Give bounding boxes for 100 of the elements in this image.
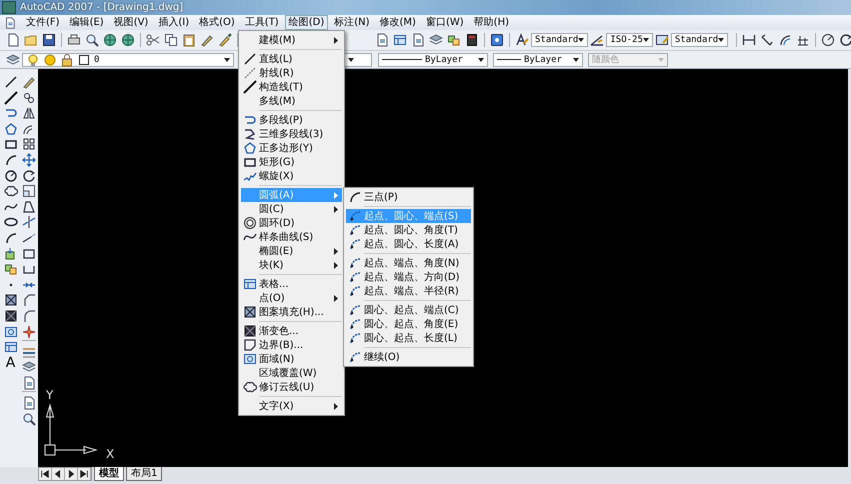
circle-icon[interactable] <box>4 168 18 183</box>
menu-item[interactable]: 直线(L) <box>241 52 342 66</box>
stretch-icon[interactable] <box>22 200 36 214</box>
menu-bar-item[interactable]: 绘图(D) <box>284 15 328 30</box>
sheet-icon[interactable] <box>22 396 36 410</box>
menu-bar-item[interactable]: 视图(V) <box>110 15 152 30</box>
menu-item[interactable]: 渐变色... <box>241 324 342 338</box>
menu-bar-item[interactable]: 修改(M) <box>376 15 420 30</box>
lock-icon[interactable] <box>60 52 74 66</box>
menu-item[interactable]: 起点、端点、角度(N) <box>346 256 471 270</box>
rotate-icon[interactable] <box>22 168 36 183</box>
style-dropdown[interactable]: ISO-25 <box>606 33 653 47</box>
radius-dimension-icon[interactable] <box>821 33 836 47</box>
calculator-icon[interactable] <box>465 33 479 47</box>
thick-line-icon[interactable] <box>4 90 18 105</box>
gradient-hatch-icon[interactable] <box>4 308 18 323</box>
chamfer-icon[interactable] <box>22 293 36 308</box>
menu-item[interactable]: 圆心、起点、角度(E) <box>346 317 471 331</box>
rotate-icon[interactable] <box>839 33 851 47</box>
menu-item[interactable]: 文字(X) <box>241 399 342 413</box>
menu-item[interactable]: 椭圆(E) <box>241 244 342 258</box>
menu-item[interactable]: 圆(C) <box>241 202 342 216</box>
aligned-dimension-icon[interactable] <box>760 33 774 47</box>
menu-item[interactable]: 建模(M) <box>241 33 342 47</box>
linear-dimension-icon[interactable] <box>742 33 756 47</box>
menu-item[interactable]: 区域覆盖(W) <box>241 366 342 380</box>
ordinate-dimension-icon[interactable] <box>796 33 810 47</box>
layers-icon[interactable] <box>22 360 36 374</box>
scale-icon[interactable] <box>22 184 36 198</box>
table-icon[interactable] <box>4 340 18 354</box>
menu-bar-item[interactable]: 格式(O) <box>195 15 239 30</box>
globe-icon[interactable] <box>121 33 135 47</box>
block-icon[interactable] <box>447 33 461 47</box>
sheet-icon[interactable] <box>375 33 389 47</box>
lightbulb-icon[interactable] <box>26 52 40 66</box>
globe-icon[interactable] <box>103 33 117 47</box>
menu-item[interactable]: 块(K) <box>241 258 342 272</box>
menu-bar-item[interactable]: 标注(N) <box>330 15 374 30</box>
cut-icon[interactable] <box>146 33 160 47</box>
sheet-icon[interactable] <box>22 376 36 390</box>
next-tab-icon[interactable] <box>66 468 76 480</box>
explode-icon[interactable] <box>22 324 36 338</box>
color-square-icon[interactable] <box>77 52 91 66</box>
menu-item[interactable]: 起点、圆心、角度(T) <box>346 223 471 237</box>
insert-block-icon[interactable] <box>4 246 18 261</box>
menu-item[interactable]: 多线(M) <box>241 94 342 108</box>
text-style-icon[interactable] <box>515 33 529 47</box>
first-tab-icon[interactable] <box>40 468 50 480</box>
layers-icon[interactable] <box>429 33 443 47</box>
array-icon[interactable] <box>22 137 36 152</box>
menu-item[interactable]: 构造线(T) <box>241 80 342 94</box>
menu-item[interactable]: 圆心、起点、长度(L) <box>346 331 471 345</box>
preview-icon[interactable] <box>85 33 99 47</box>
previous-tab-icon[interactable] <box>53 468 63 480</box>
preview-icon[interactable] <box>22 412 36 426</box>
style-dropdown[interactable]: Standard <box>531 33 588 47</box>
menu-bar-item[interactable]: 插入(I) <box>154 15 194 30</box>
arc-dimension-icon[interactable] <box>778 33 792 47</box>
mirror-icon[interactable] <box>22 106 36 120</box>
menu-item[interactable]: 起点、端点、半径(R) <box>346 284 471 298</box>
help-icon[interactable] <box>490 33 504 47</box>
layout-tab[interactable]: 布局1 <box>126 467 162 481</box>
document-icon[interactable] <box>4 16 16 28</box>
menu-item[interactable]: 面域(N) <box>241 352 342 366</box>
copy-object-icon[interactable] <box>22 90 36 105</box>
lineweight-dropdown[interactable]: ByLayer <box>493 52 583 66</box>
move-icon[interactable] <box>22 152 36 167</box>
menu-item[interactable]: 样条曲线(S) <box>241 230 342 244</box>
style-dropdown[interactable]: Standard <box>670 33 728 47</box>
block-icon[interactable] <box>4 262 18 276</box>
menu-item[interactable]: 矩形(G) <box>241 155 342 169</box>
layer-dropdown[interactable]: 0 <box>22 52 234 66</box>
menu-item[interactable]: 图案填充(H)... <box>241 305 342 319</box>
extend-icon[interactable] <box>22 230 36 245</box>
trim-icon[interactable] <box>22 215 36 230</box>
menu-bar-item[interactable]: 工具(T) <box>240 15 283 30</box>
menu-bar-item[interactable]: 文件(F) <box>22 15 64 30</box>
save-icon[interactable] <box>42 33 56 47</box>
menu-item[interactable]: 起点、圆心、长度(A) <box>346 237 471 251</box>
menu-item[interactable]: 螺旋(X) <box>241 169 342 183</box>
table-icon[interactable] <box>393 33 407 47</box>
menu-item[interactable]: 圆环(D) <box>241 216 342 230</box>
region-icon[interactable] <box>4 324 18 338</box>
print-icon[interactable] <box>67 33 81 47</box>
menu-item[interactable]: 表格... <box>241 277 342 291</box>
menu-bar-item[interactable]: 帮助(H) <box>470 15 513 30</box>
menu-bar-item[interactable]: 窗口(W) <box>422 15 468 30</box>
arc-icon[interactable] <box>4 230 18 245</box>
menu-item[interactable]: 修订云线(U) <box>241 380 342 394</box>
menu-item[interactable]: 继续(O) <box>346 350 471 364</box>
linetype-dropdown[interactable]: ByLayer <box>378 52 488 66</box>
line-icon[interactable] <box>4 75 18 89</box>
table-style-icon[interactable] <box>654 33 669 47</box>
last-tab-icon[interactable] <box>79 468 89 480</box>
menu-item[interactable]: 正多边形(Y) <box>241 141 342 155</box>
fillet-icon[interactable] <box>22 308 36 323</box>
text-tool-button[interactable]: A <box>6 356 16 371</box>
menu-item[interactable]: 起点、端点、方向(D) <box>346 270 471 284</box>
menu-item[interactable]: 射线(R) <box>241 66 342 80</box>
dimension-style-icon[interactable] <box>590 33 604 47</box>
